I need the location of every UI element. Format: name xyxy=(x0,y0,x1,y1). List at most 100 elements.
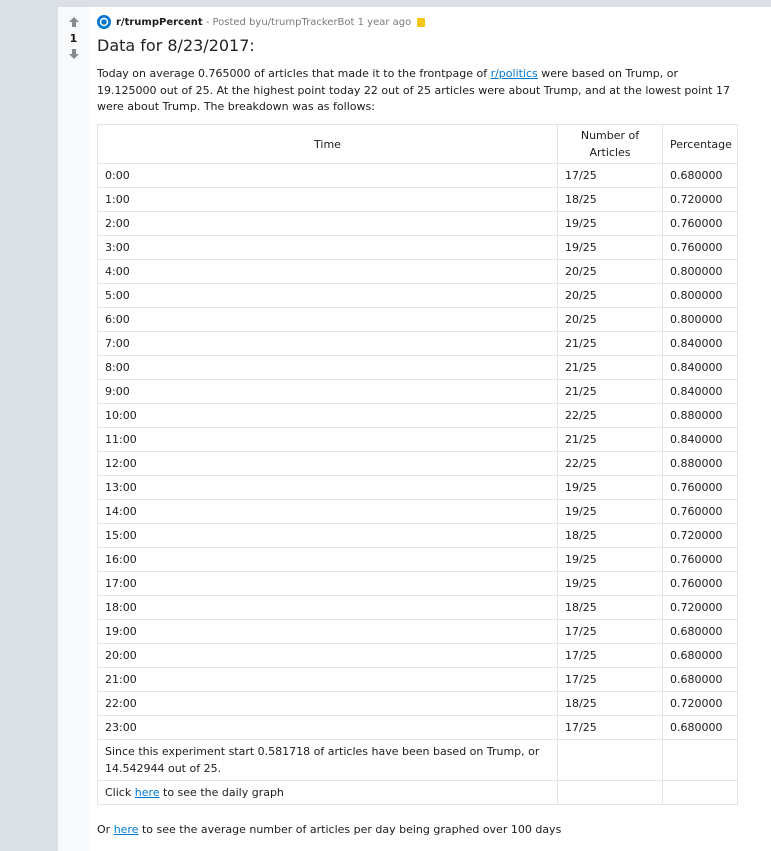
cell-time: 12:00 xyxy=(97,451,558,476)
cell-time: 2:00 xyxy=(97,211,558,236)
cell-percentage: 0.760000 xyxy=(662,235,738,260)
table-row: 0:00 17/25 0.680000 xyxy=(97,163,738,188)
header-time: Time xyxy=(97,124,558,164)
table-row: 6:00 20/25 0.800000 xyxy=(97,307,738,332)
cell-percentage: 0.680000 xyxy=(662,643,738,668)
vote-score: 1 xyxy=(69,32,78,45)
cell-time: 13:00 xyxy=(97,475,558,500)
empty-cell xyxy=(662,780,738,805)
cell-articles: 19/25 xyxy=(557,571,663,596)
upvote-arrow-icon[interactable] xyxy=(68,16,80,28)
cell-time: 16:00 xyxy=(97,547,558,572)
cell-articles: 19/25 xyxy=(557,211,663,236)
cell-percentage: 0.720000 xyxy=(662,523,738,548)
cell-percentage: 0.760000 xyxy=(662,547,738,572)
cell-time: 5:00 xyxy=(97,283,558,308)
meta-prefix: - Posted by xyxy=(205,16,262,28)
cell-time: 10:00 xyxy=(97,403,558,428)
cell-time: 3:00 xyxy=(97,235,558,260)
summary-cell: Since this experiment start 0.581718 of … xyxy=(97,739,558,781)
table-row: 2:00 19/25 0.760000 xyxy=(97,211,738,236)
cell-percentage: 0.680000 xyxy=(662,619,738,644)
empty-cell xyxy=(662,739,738,781)
cell-articles: 22/25 xyxy=(557,451,663,476)
cell-time: 1:00 xyxy=(97,187,558,212)
table-row: 1:00 18/25 0.720000 xyxy=(97,187,738,212)
table-row: 23:00 17/25 0.680000 xyxy=(97,715,738,740)
daily-graph-link[interactable]: here xyxy=(135,786,160,799)
cell-articles: 19/25 xyxy=(557,499,663,524)
cell-percentage: 0.760000 xyxy=(662,475,738,500)
cell-percentage: 0.840000 xyxy=(662,379,738,404)
cell-percentage: 0.760000 xyxy=(662,571,738,596)
cell-percentage: 0.880000 xyxy=(662,403,738,428)
header-percentage: Percentage xyxy=(662,124,738,164)
subreddit-icon[interactable] xyxy=(97,15,111,29)
cell-percentage: 0.720000 xyxy=(662,595,738,620)
cell-percentage: 0.880000 xyxy=(662,451,738,476)
cell-articles: 18/25 xyxy=(557,187,663,212)
cell-percentage: 0.680000 xyxy=(662,163,738,188)
cell-percentage: 0.720000 xyxy=(662,691,738,716)
cell-articles: 18/25 xyxy=(557,523,663,548)
post-intro: Today on average 0.765000 of articles th… xyxy=(97,66,737,116)
cell-articles: 17/25 xyxy=(557,619,663,644)
cell-percentage: 0.840000 xyxy=(662,331,738,356)
table-row: 9:00 21/25 0.840000 xyxy=(97,379,738,404)
table-row: 19:00 17/25 0.680000 xyxy=(97,619,738,644)
cell-percentage: 0.680000 xyxy=(662,715,738,740)
cell-articles: 18/25 xyxy=(557,595,663,620)
table-row: 22:00 18/25 0.720000 xyxy=(97,691,738,716)
cell-time: 23:00 xyxy=(97,715,558,740)
post-age[interactable]: 1 year ago xyxy=(358,17,412,28)
post-card: 1 r/trumpPercent - Posted by u/trumpTrac… xyxy=(58,7,771,851)
cell-time: 19:00 xyxy=(97,619,558,644)
hundred-day-graph-link[interactable]: here xyxy=(114,823,139,836)
cell-percentage: 0.840000 xyxy=(662,355,738,380)
politics-link[interactable]: r/politics xyxy=(491,67,538,80)
cell-articles: 18/25 xyxy=(557,691,663,716)
table-row: 14:00 19/25 0.760000 xyxy=(97,499,738,524)
post-title[interactable]: Data for 8/23/2017: xyxy=(97,36,255,55)
cell-articles: 20/25 xyxy=(557,307,663,332)
table-row: 13:00 19/25 0.760000 xyxy=(97,475,738,500)
cell-articles: 19/25 xyxy=(557,235,663,260)
daily-graph-row: Click here to see the daily graph xyxy=(97,780,738,805)
cell-time: 14:00 xyxy=(97,499,558,524)
table-row: 17:00 19/25 0.760000 xyxy=(97,571,738,596)
summary-row: Since this experiment start 0.581718 of … xyxy=(97,739,738,781)
top-bar xyxy=(0,0,771,7)
subreddit-link[interactable]: r/trumpPercent xyxy=(116,17,203,28)
cell-articles: 17/25 xyxy=(557,163,663,188)
cell-time: 8:00 xyxy=(97,355,558,380)
cell-articles: 17/25 xyxy=(557,667,663,692)
table-row: 21:00 17/25 0.680000 xyxy=(97,667,738,692)
cell-articles: 19/25 xyxy=(557,547,663,572)
cell-articles: 22/25 xyxy=(557,403,663,428)
cell-articles: 21/25 xyxy=(557,379,663,404)
award-icon xyxy=(417,17,426,27)
cell-time: 4:00 xyxy=(97,259,558,284)
table-row: 10:00 22/25 0.880000 xyxy=(97,403,738,428)
cell-percentage: 0.840000 xyxy=(662,427,738,452)
cell-articles: 17/25 xyxy=(557,643,663,668)
cell-articles: 19/25 xyxy=(557,475,663,500)
table-row: 20:00 17/25 0.680000 xyxy=(97,643,738,668)
intro-text-1: Today on average 0.765000 of articles th… xyxy=(97,67,491,80)
author-link[interactable]: u/trumpTrackerBot xyxy=(261,17,354,28)
downvote-arrow-icon[interactable] xyxy=(68,48,80,60)
table-row: 8:00 21/25 0.840000 xyxy=(97,355,738,380)
cell-percentage: 0.800000 xyxy=(662,283,738,308)
footer-prefix: Or xyxy=(97,823,114,836)
table-row: 16:00 19/25 0.760000 xyxy=(97,547,738,572)
data-table: Time Number of Articles Percentage 0:00 1… xyxy=(97,124,738,805)
cell-time: 7:00 xyxy=(97,331,558,356)
cell-articles: 17/25 xyxy=(557,715,663,740)
cell-time: 21:00 xyxy=(97,667,558,692)
table-row: 15:00 18/25 0.720000 xyxy=(97,523,738,548)
cell-time: 9:00 xyxy=(97,379,558,404)
cell-percentage: 0.760000 xyxy=(662,499,738,524)
cell-time: 11:00 xyxy=(97,427,558,452)
cell-percentage: 0.720000 xyxy=(662,187,738,212)
table-header-row: Time Number of Articles Percentage xyxy=(97,124,738,164)
